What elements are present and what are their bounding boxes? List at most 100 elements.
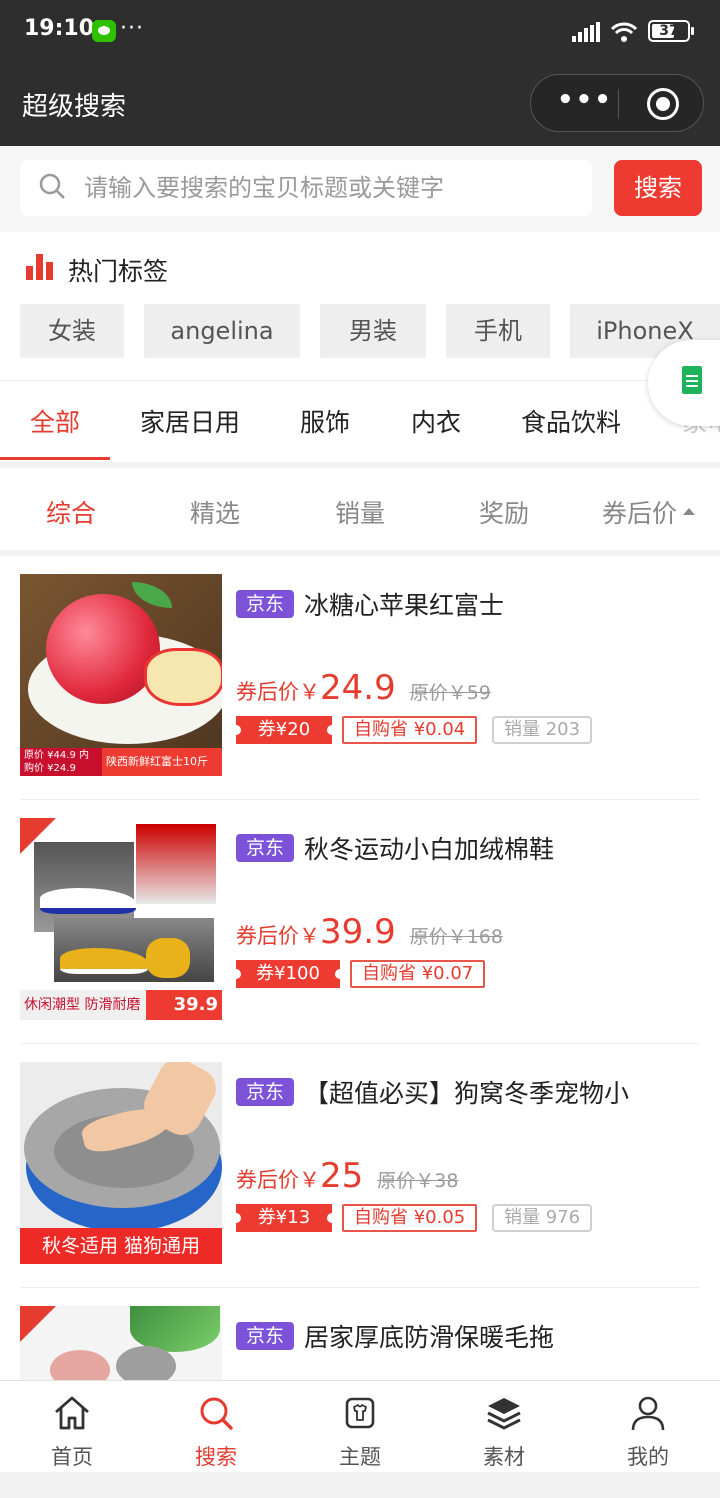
layers-icon xyxy=(487,1398,521,1430)
price-label: 券后价￥ xyxy=(236,680,320,704)
hot-tag[interactable]: 男装 xyxy=(320,304,426,358)
thumbnail-price-tag: 39.9 xyxy=(146,990,222,1020)
search-input[interactable] xyxy=(84,168,574,208)
battery-level: 37 xyxy=(659,23,679,39)
sort-bar: 综合 精选 销量 奖励 券后价 xyxy=(0,468,720,550)
active-tab-indicator xyxy=(0,457,110,460)
shop-badge: 京东 xyxy=(236,590,295,618)
bar-chart-icon xyxy=(26,254,56,280)
system-nav-area xyxy=(0,1472,720,1498)
tab-label: 主题 xyxy=(339,1445,381,1469)
tab-profile[interactable]: 我的 xyxy=(576,1381,720,1473)
price-row: 券后价￥25 原价￥38 xyxy=(236,1156,458,1196)
product-title: 冰糖心苹果红富士 xyxy=(304,591,505,620)
tab-theme[interactable]: 主题 xyxy=(288,1381,432,1473)
sales-badge: 销量 976 xyxy=(492,1204,593,1232)
product-title: 【超值必买】狗窝冬季宠物小 xyxy=(304,1079,630,1108)
miniprogram-capsule: ••• xyxy=(530,74,704,132)
thumbnail-caption: 休闲潮型 防滑耐磨 39.9 xyxy=(20,990,222,1020)
thumbnail-caption-text: 休闲潮型 防滑耐磨 xyxy=(24,997,141,1013)
tab-label: 搜索 xyxy=(195,1445,237,1469)
battery-icon: 37 xyxy=(648,20,694,42)
sort-price-label: 券后价 xyxy=(602,499,678,528)
document-icon xyxy=(682,366,702,394)
search-box[interactable] xyxy=(20,160,592,216)
tab-materials[interactable]: 素材 xyxy=(432,1381,576,1473)
product-card[interactable]: 陕西新鲜红富士10斤 原价 ¥44.9 内购价 ¥24.9 京东 冰糖心苹果红富… xyxy=(0,556,720,800)
category-tab[interactable]: 内衣 xyxy=(411,403,461,439)
category-tab[interactable]: 服饰 xyxy=(300,403,350,439)
search-icon xyxy=(200,1397,233,1430)
shop-badge: 京东 xyxy=(236,834,295,862)
search-button[interactable]: 搜索 xyxy=(614,160,702,216)
coupon-badge: 券¥100 xyxy=(231,960,345,988)
sort-option[interactable]: 综合 xyxy=(46,494,96,530)
bottom-tab-bar: 首页 搜索 主题 素材 我的 xyxy=(0,1380,720,1472)
product-thumbnail: 秋冬适用 猫狗通用 xyxy=(20,1062,222,1264)
sort-option[interactable]: 销量 xyxy=(335,494,385,530)
hot-tags-list: 女装 angelina 男装 手机 iPhoneX xyxy=(20,304,720,358)
home-icon xyxy=(55,1396,89,1430)
thumbnail-price-tag: 原价 ¥44.9 内购价 ¥24.9 xyxy=(20,748,102,776)
price-label: 券后价￥ xyxy=(236,924,320,948)
original-price: 原价￥59 xyxy=(409,682,491,704)
hot-tag[interactable]: 手机 xyxy=(446,304,550,358)
price-value: 24.9 xyxy=(320,668,396,708)
wechat-icon xyxy=(92,20,116,42)
signal-icon xyxy=(572,22,602,42)
more-menu-icon[interactable]: ••• xyxy=(557,85,613,115)
product-title: 秋冬运动小白加绒棉鞋 xyxy=(304,835,555,864)
coupon-badge: 券¥13 xyxy=(231,1204,337,1232)
capsule-divider xyxy=(618,89,619,119)
product-card[interactable]: 京东 居家厚底防滑保暖毛拖 xyxy=(0,1288,720,1380)
shop-badge: 京东 xyxy=(236,1322,295,1350)
tab-label: 我的 xyxy=(627,1445,669,1469)
price-row: 券后价￥24.9 原价￥59 xyxy=(236,668,491,708)
hot-tags-section: 热门标签 女装 angelina 男装 手机 iPhoneX xyxy=(0,232,720,380)
product-thumbnail xyxy=(20,1306,222,1380)
self-save-badge: 自购省 ¥0.05 xyxy=(342,1204,478,1232)
category-tab-all[interactable]: 全部 xyxy=(30,403,80,439)
self-save-badge: 自购省 ¥0.04 xyxy=(342,716,478,744)
original-price: 原价￥168 xyxy=(409,926,503,948)
thumbnail-caption: 秋冬适用 猫狗通用 xyxy=(20,1228,222,1264)
status-time: 19:10 xyxy=(24,16,95,41)
user-icon xyxy=(631,1396,665,1431)
status-bar: 19:10 ··· 37 xyxy=(0,0,720,64)
product-title: 居家厚底防滑保暖毛拖 xyxy=(304,1323,555,1352)
category-tabs: 全部 家居日用 服饰 内衣 食品饮料 家电 xyxy=(0,380,720,462)
corner-flag-icon xyxy=(20,818,56,854)
sort-option[interactable]: 奖励 xyxy=(479,494,529,530)
price-value: 25 xyxy=(320,1156,364,1196)
corner-flag-icon xyxy=(20,1306,56,1342)
page-title: 超级搜索 xyxy=(22,92,127,122)
product-thumbnail: 休闲潮型 防滑耐磨 39.9 xyxy=(20,818,222,1020)
product-thumbnail: 陕西新鲜红富士10斤 原价 ¥44.9 内购价 ¥24.9 xyxy=(20,574,222,776)
product-card[interactable]: 休闲潮型 防滑耐磨 39.9 京东 秋冬运动小白加绒棉鞋 券后价￥39.9 原价￥1… xyxy=(0,800,720,1044)
hot-tags-title: 热门标签 xyxy=(68,257,169,286)
price-value: 39.9 xyxy=(320,912,396,952)
search-row: 搜索 xyxy=(0,146,720,232)
shop-badge: 京东 xyxy=(236,1078,295,1106)
hot-tag[interactable]: angelina xyxy=(144,304,300,358)
tab-search[interactable]: 搜索 xyxy=(144,1381,288,1473)
wifi-icon xyxy=(610,22,638,42)
sales-badge: 销量 203 xyxy=(492,716,593,744)
self-save-badge: 自购省 ¥0.07 xyxy=(350,960,486,988)
category-tab[interactable]: 家居日用 xyxy=(140,403,240,439)
product-list: 陕西新鲜红富士10斤 原价 ¥44.9 内购价 ¥24.9 京东 冰糖心苹果红富… xyxy=(0,556,720,1380)
sort-option-price[interactable]: 券后价 xyxy=(602,494,696,530)
category-tab[interactable]: 食品饮料 xyxy=(521,403,621,439)
product-card[interactable]: 秋冬适用 猫狗通用 京东 【超值必买】狗窝冬季宠物小 券后价￥25 原价￥38 券… xyxy=(0,1044,720,1288)
sort-caret-icon xyxy=(683,507,696,515)
sort-option[interactable]: 精选 xyxy=(190,494,240,530)
price-row: 券后价￥39.9 原价￥168 xyxy=(236,912,503,952)
notification-dots-icon: ··· xyxy=(120,16,144,41)
tab-home[interactable]: 首页 xyxy=(0,1381,144,1473)
price-label: 券后价￥ xyxy=(236,1168,320,1192)
tab-label: 素材 xyxy=(483,1445,525,1469)
original-price: 原价￥38 xyxy=(377,1170,459,1192)
title-bar: 超级搜索 ••• xyxy=(0,64,720,146)
hot-tag[interactable]: 女装 xyxy=(20,304,124,358)
close-miniprogram-icon[interactable] xyxy=(647,88,679,120)
